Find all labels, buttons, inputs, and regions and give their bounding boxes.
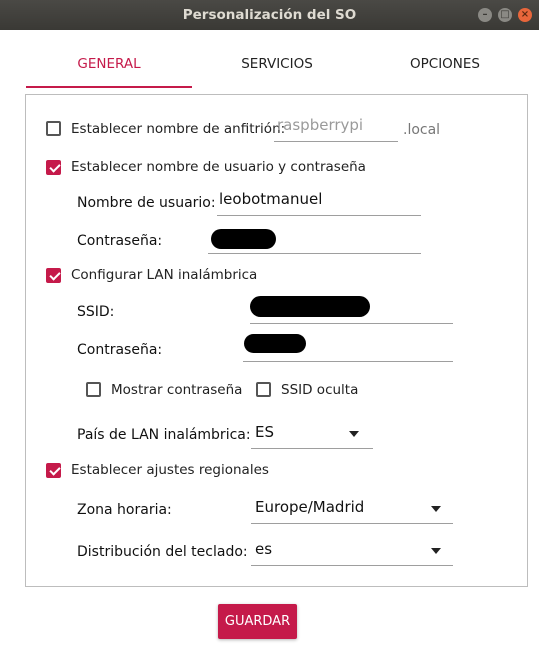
- minimize-icon[interactable]: –: [478, 8, 492, 22]
- chevron-down-icon: [431, 548, 441, 554]
- redaction-mark: [211, 229, 276, 249]
- hostname-checkbox[interactable]: [46, 121, 61, 136]
- hostname-label: Establecer nombre de anfitrión:: [71, 121, 286, 137]
- redaction-mark: [244, 334, 306, 353]
- window-title: Personalización del SO: [182, 7, 357, 23]
- save-button[interactable]: GUARDAR: [218, 604, 297, 639]
- wifi-country-label: País de LAN inalámbrica:: [77, 427, 251, 443]
- username-value: leobotmanuel: [219, 190, 323, 208]
- keyboard-select[interactable]: es: [251, 536, 453, 566]
- tab-general[interactable]: GENERAL: [26, 40, 192, 88]
- timezone-value: Europe/Madrid: [255, 498, 365, 516]
- tab-opciones[interactable]: OPCIONES: [362, 40, 528, 88]
- chevron-down-icon: [431, 506, 441, 512]
- hostname-input[interactable]: raspberrypi: [274, 112, 398, 142]
- hidden-ssid-label: SSID oculta: [281, 382, 359, 398]
- hidden-ssid-checkbox[interactable]: [256, 382, 271, 397]
- locale-checkbox[interactable]: [46, 463, 61, 478]
- keyboard-value: es: [255, 540, 273, 558]
- maximize-icon[interactable]: □: [498, 8, 512, 22]
- timezone-label: Zona horaria:: [77, 502, 172, 518]
- tab-servicios[interactable]: SERVICIOS: [192, 40, 362, 88]
- locale-label: Establecer ajustes regionales: [71, 462, 269, 478]
- user-password-label: Contraseña:: [77, 233, 163, 249]
- hostname-suffix: .local: [403, 122, 441, 138]
- redaction-mark: [250, 296, 370, 317]
- user-label: Establecer nombre de usuario y contraseñ…: [71, 159, 366, 175]
- ssid-label: SSID:: [77, 304, 115, 320]
- window-titlebar: Personalización del SO – □ ×: [0, 0, 539, 30]
- chevron-down-icon: [349, 431, 359, 437]
- timezone-select[interactable]: Europe/Madrid: [251, 494, 453, 524]
- show-password-label: Mostrar contraseña: [111, 382, 243, 398]
- wifi-label: Configurar LAN inalámbrica: [71, 267, 258, 283]
- wifi-checkbox[interactable]: [46, 268, 61, 283]
- wifi-country-select[interactable]: ES: [251, 419, 373, 449]
- wifi-country-value: ES: [255, 423, 274, 441]
- close-icon[interactable]: ×: [518, 8, 532, 22]
- username-input[interactable]: leobotmanuel: [217, 186, 421, 216]
- keyboard-label: Distribución del teclado:: [77, 544, 248, 560]
- user-checkbox[interactable]: [46, 160, 61, 175]
- wifi-password-label: Contraseña:: [77, 342, 163, 358]
- username-label: Nombre de usuario:: [77, 195, 216, 211]
- active-tab-indicator: [26, 86, 192, 88]
- hostname-placeholder: raspberrypi: [277, 116, 364, 134]
- show-password-checkbox[interactable]: [86, 382, 101, 397]
